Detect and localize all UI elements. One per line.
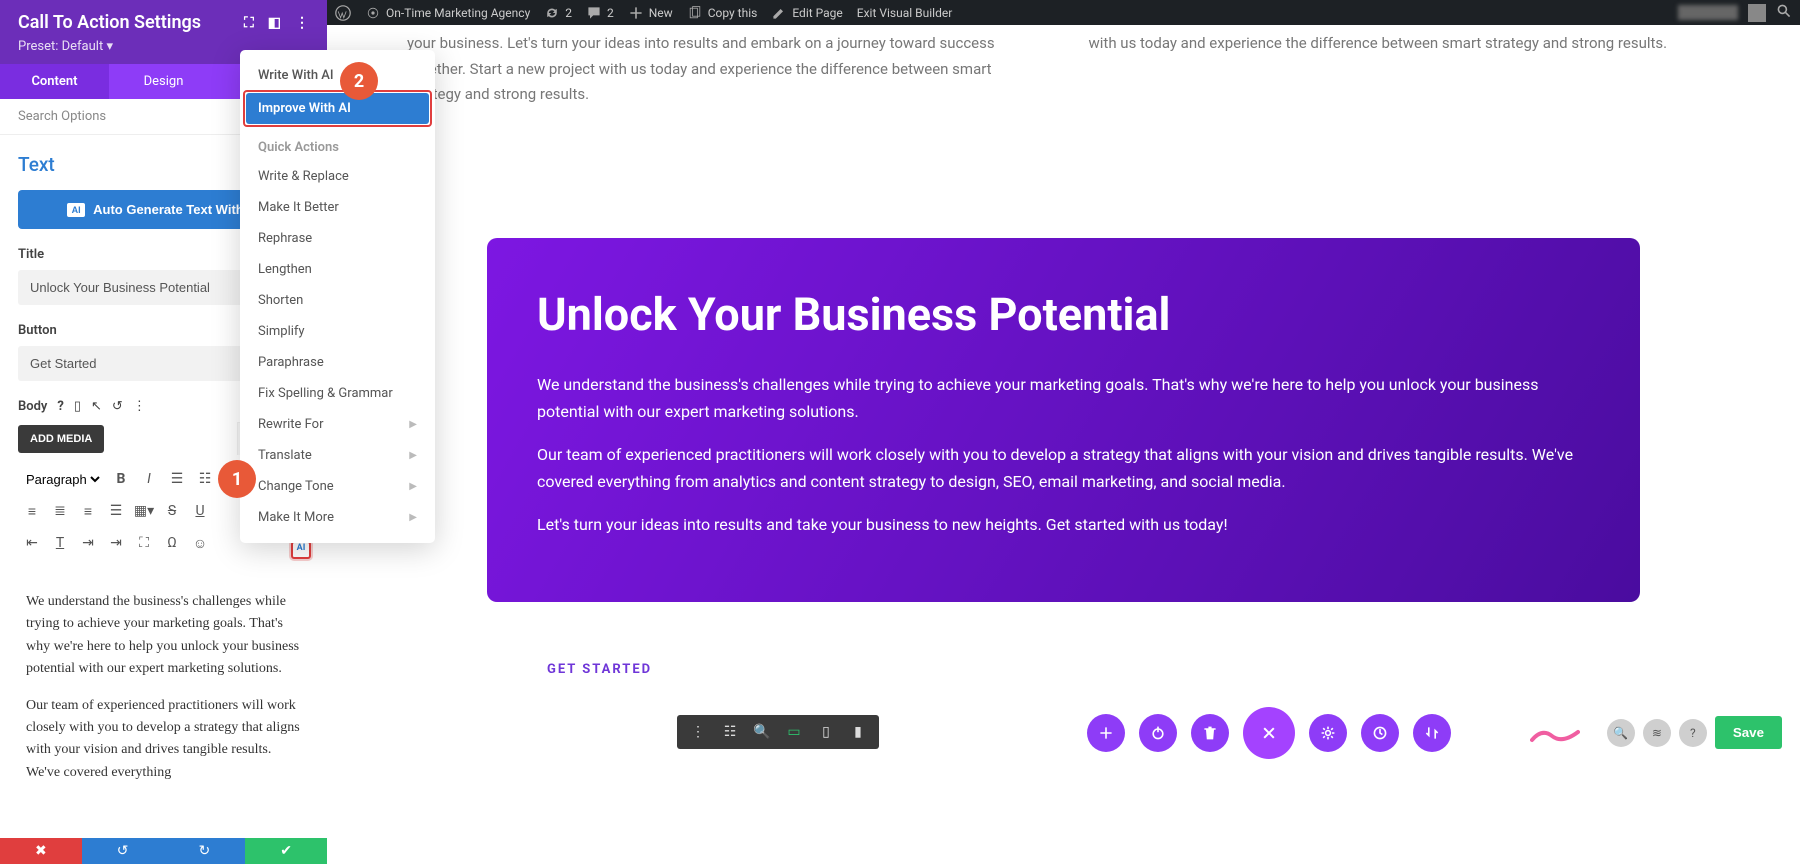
- menu-change-tone[interactable]: Change Tone▶: [240, 471, 435, 502]
- add-fab[interactable]: [1087, 714, 1125, 752]
- menu-translate[interactable]: Translate▶: [240, 440, 435, 471]
- comments-link[interactable]: 2: [586, 5, 614, 21]
- page-actions-toolbar: [1087, 707, 1451, 759]
- panel-title: Call To Action Settings: [18, 12, 201, 33]
- menu-shorten[interactable]: Shorten: [240, 285, 435, 316]
- history-fab[interactable]: [1361, 714, 1399, 752]
- menu-write-replace[interactable]: Write & Replace: [240, 161, 435, 192]
- menu-make-it-more[interactable]: Make It More▶: [240, 502, 435, 533]
- user-name[interactable]: [1678, 5, 1738, 20]
- menu-make-it-better[interactable]: Make It Better: [240, 192, 435, 223]
- cursor-icon[interactable]: ↖: [91, 399, 102, 414]
- trash-fab[interactable]: [1191, 714, 1229, 752]
- builder-canvas: your business. Let's turn your ideas int…: [327, 25, 1800, 864]
- bold-icon[interactable]: B: [111, 469, 131, 489]
- cta-hero-module[interactable]: Unlock Your Business Potential We unders…: [487, 238, 1640, 603]
- help-fab[interactable]: ?: [1679, 719, 1707, 747]
- underline-icon[interactable]: U: [190, 501, 210, 521]
- body-label: Body: [18, 399, 47, 414]
- special-char-icon[interactable]: Ω: [162, 533, 182, 553]
- indent-icon[interactable]: ⇥: [78, 533, 98, 553]
- exit-visual-builder[interactable]: Exit Visual Builder: [857, 6, 953, 20]
- zoom-icon[interactable]: 🔍: [753, 723, 771, 741]
- annotation-badge-1: 1: [218, 460, 256, 498]
- outdent-icon[interactable]: ⇤: [22, 533, 42, 553]
- edit-page-link[interactable]: Edit Page: [771, 5, 842, 21]
- power-fab[interactable]: [1139, 714, 1177, 752]
- tablet-icon[interactable]: ▯: [817, 723, 835, 741]
- clear-format-icon[interactable]: T: [50, 533, 70, 553]
- phone-icon[interactable]: ▮: [849, 723, 867, 741]
- ul-icon[interactable]: ☰: [167, 469, 187, 489]
- new-link[interactable]: New: [628, 5, 673, 21]
- desktop-icon[interactable]: ▭: [785, 723, 803, 741]
- wp-logo-icon[interactable]: [335, 5, 351, 21]
- snap-icon[interactable]: ◧: [268, 15, 281, 31]
- body-editor[interactable]: We understand the business's challenges …: [18, 577, 309, 812]
- hero-p3: Let's turn your ideas into results and t…: [537, 511, 1590, 538]
- get-started-label[interactable]: GET STARTED: [547, 662, 1720, 677]
- copy-this-link[interactable]: Copy this: [687, 5, 758, 21]
- search-fab[interactable]: 🔍: [1607, 719, 1635, 747]
- undo-button[interactable]: ↺: [82, 838, 164, 864]
- menu-improve-with-ai[interactable]: Improve With AI: [246, 93, 429, 124]
- view-toolbar: ⋮ ☷ 🔍 ▭ ▯ ▮: [677, 715, 879, 749]
- avatar[interactable]: [1748, 4, 1766, 22]
- wp-admin-bar: On-Time Marketing Agency 2 2 New Copy th…: [327, 0, 1800, 25]
- align-center-icon[interactable]: ≣: [50, 501, 70, 521]
- paragraph-dropdown[interactable]: Paragraph: [22, 471, 103, 488]
- help-icon[interactable]: ?: [57, 399, 63, 414]
- tab-content[interactable]: Content: [0, 64, 109, 99]
- undo-icon[interactable]: ↺: [112, 399, 123, 414]
- menu-lengthen[interactable]: Lengthen: [240, 254, 435, 285]
- strike-icon[interactable]: S: [162, 501, 182, 521]
- intro-para-right: with us today and experience the differe…: [1089, 31, 1721, 108]
- intro-para-left: your business. Let's turn your ideas int…: [407, 31, 1039, 108]
- site-name[interactable]: On-Time Marketing Agency: [365, 5, 530, 21]
- swap-fab[interactable]: [1413, 714, 1451, 752]
- hero-p2: Our team of experienced practitioners wi…: [537, 441, 1590, 495]
- italic-icon[interactable]: I: [139, 469, 159, 489]
- tab-design[interactable]: Design: [109, 64, 218, 99]
- wireframe-icon[interactable]: ☷: [721, 723, 739, 741]
- ol-icon[interactable]: ☷: [195, 469, 215, 489]
- add-media-button[interactable]: ADD MEDIA: [18, 425, 104, 453]
- menu-fix-spelling[interactable]: Fix Spelling & Grammar: [240, 378, 435, 409]
- fullscreen-icon[interactable]: ⛶: [134, 533, 154, 553]
- save-button[interactable]: Save: [1715, 716, 1782, 749]
- annotation-badge-2: 2: [340, 62, 378, 100]
- ai-context-menu: Write With AI Improve With AI Quick Acti…: [240, 50, 435, 543]
- menu-rephrase[interactable]: Rephrase: [240, 223, 435, 254]
- align-right-icon[interactable]: ≡: [78, 501, 98, 521]
- hero-p1: We understand the business's challenges …: [537, 371, 1590, 425]
- indent2-icon[interactable]: ⇥: [106, 533, 126, 553]
- align-justify-icon[interactable]: ☰: [106, 501, 126, 521]
- panel-footer: ✖ ↺ ↻ ✔: [0, 838, 327, 864]
- gear-fab[interactable]: [1309, 714, 1347, 752]
- discard-button[interactable]: ✖: [0, 838, 82, 864]
- layers-fab[interactable]: ≋: [1643, 719, 1671, 747]
- more-icon[interactable]: ⋮: [295, 15, 309, 31]
- kebab-icon[interactable]: ⋮: [133, 399, 146, 414]
- menu-write-with-ai[interactable]: Write With AI: [240, 60, 435, 91]
- emoji-icon[interactable]: ☺: [190, 533, 210, 553]
- menu-rewrite-for[interactable]: Rewrite For▶: [240, 409, 435, 440]
- search-icon[interactable]: [1776, 3, 1792, 22]
- menu-paraphrase[interactable]: Paraphrase: [240, 347, 435, 378]
- menu-simplify[interactable]: Simplify: [240, 316, 435, 347]
- ai-improve-icon[interactable]: [291, 541, 311, 559]
- right-actions: 🔍 ≋ ? Save: [1607, 716, 1782, 749]
- redo-button[interactable]: ↻: [164, 838, 246, 864]
- close-fab[interactable]: [1243, 707, 1295, 759]
- menu-dots-icon[interactable]: ⋮: [689, 723, 707, 741]
- align-left-icon[interactable]: ≡: [22, 501, 42, 521]
- expand-icon[interactable]: ⛶: [244, 15, 254, 31]
- menu-quick-actions-label: Quick Actions: [240, 126, 435, 161]
- table-icon[interactable]: ▦▾: [134, 501, 154, 521]
- phone-icon[interactable]: ▯: [74, 399, 81, 414]
- squiggle-decoration: [1530, 726, 1580, 744]
- updates-link[interactable]: 2: [544, 5, 572, 21]
- apply-button[interactable]: ✔: [245, 838, 327, 864]
- hero-title: Unlock Your Business Potential: [537, 288, 1590, 341]
